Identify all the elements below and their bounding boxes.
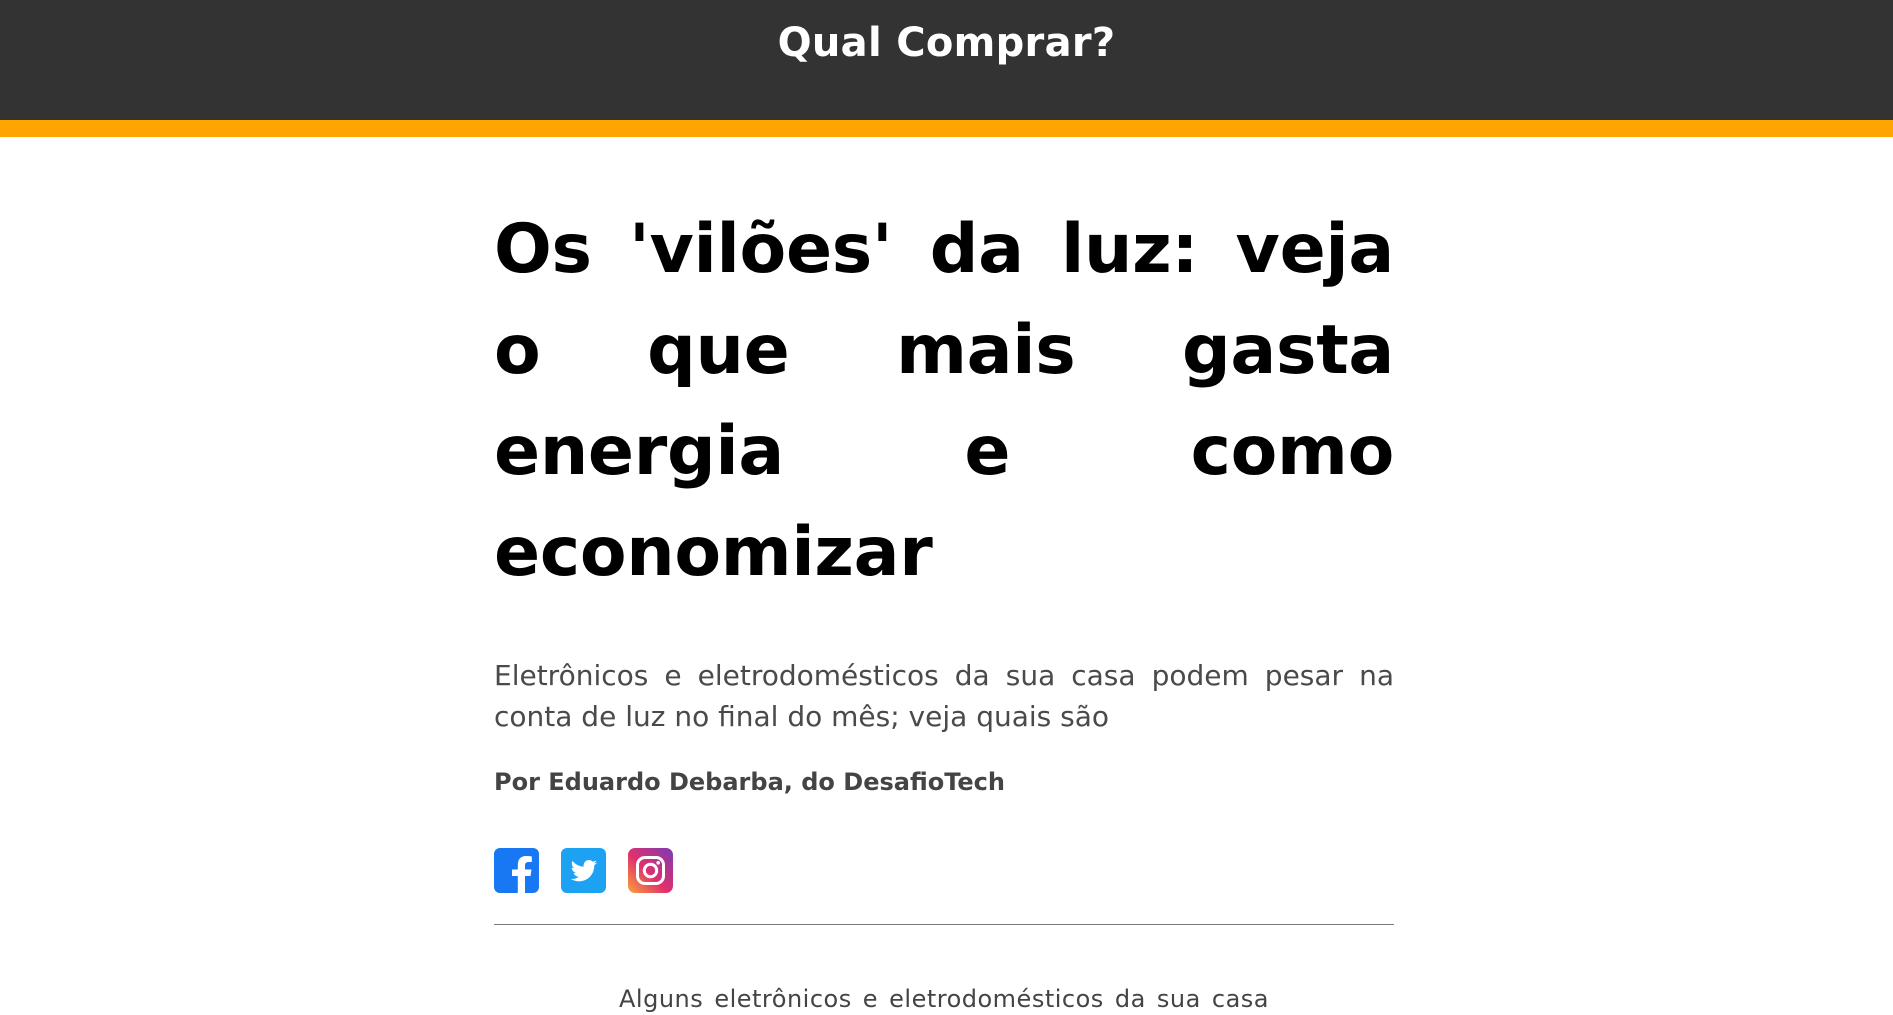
article-divider xyxy=(494,924,1394,925)
facebook-icon[interactable] xyxy=(494,848,539,893)
twitter-icon[interactable] xyxy=(561,848,606,893)
social-share-bar xyxy=(494,848,1394,893)
instagram-icon[interactable] xyxy=(628,848,673,893)
article-lead-paragraph: Alguns eletrônicos e eletrodomésticos da… xyxy=(619,985,1269,1013)
article: Os 'vilões' da luz: veja o que mais gast… xyxy=(494,137,1394,1015)
site-header: Qual Comprar? xyxy=(0,0,1893,137)
article-byline: Por Eduardo Debarba, do DesafioTech xyxy=(494,768,1005,796)
site-title[interactable]: Qual Comprar? xyxy=(778,23,1116,63)
article-subtitle: Eletrônicos e eletrodomésticos da sua ca… xyxy=(494,659,1394,733)
article-headline: Os 'vilões' da luz: veja o que mais gast… xyxy=(494,210,1394,592)
